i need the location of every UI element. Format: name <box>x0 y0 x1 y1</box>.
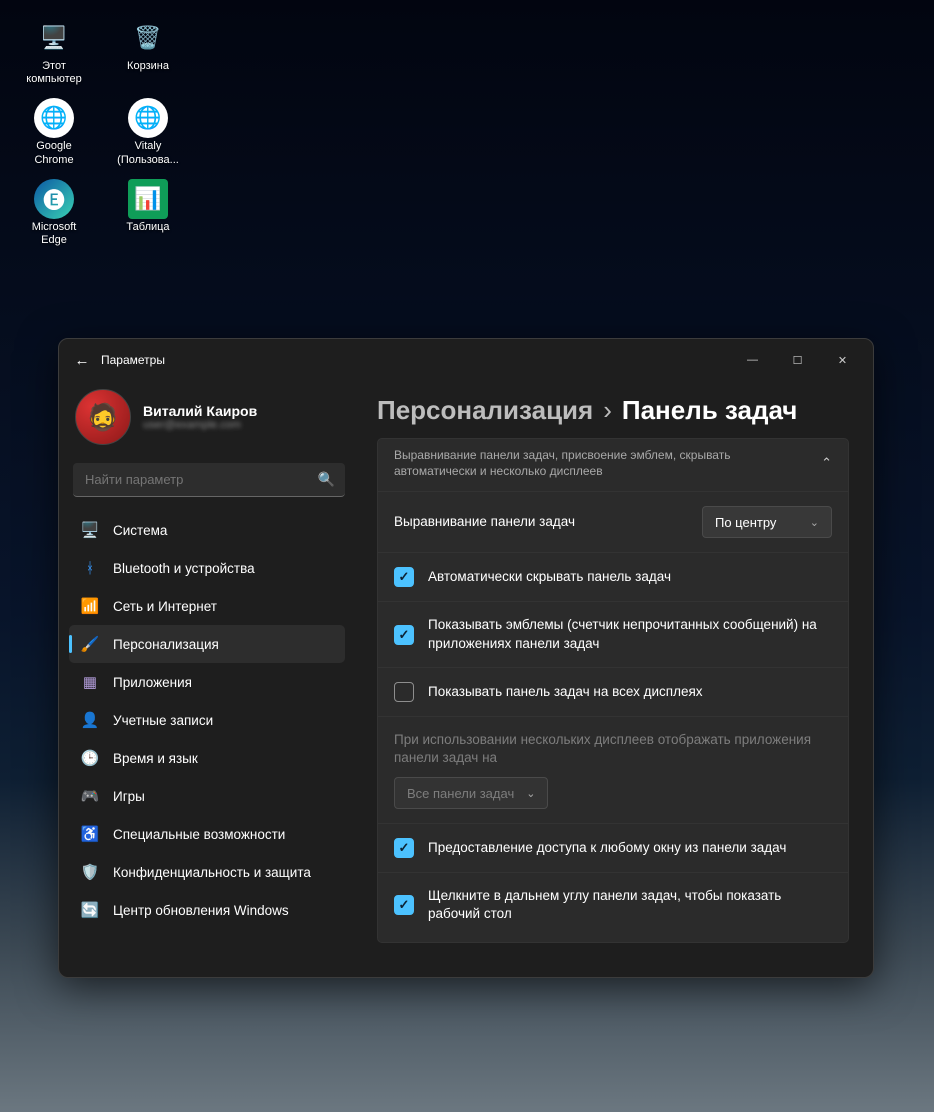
nav-icon: 📶 <box>81 597 99 615</box>
nav-label: Учетные записи <box>113 713 213 728</box>
maximize-button[interactable]: ☐ <box>775 345 820 375</box>
card-subtitle: Выравнивание панели задач, присвоение эм… <box>394 447 809 479</box>
settings-window: ← Параметры ― ☐ ✕ 🧔 Виталий Каиров user@… <box>58 338 874 978</box>
badges-checkbox[interactable] <box>394 625 414 645</box>
breadcrumb: Персонализация › Панель задач <box>377 395 873 438</box>
sidebar-item-6[interactable]: 🕒 Время и язык <box>69 739 345 777</box>
content-area: Персонализация › Панель задач Поведение … <box>359 381 873 977</box>
nav-icon: 👤 <box>81 711 99 729</box>
search-icon: 🔍 <box>318 471 335 488</box>
sidebar-item-3[interactable]: 🖌️ Персонализация <box>69 625 345 663</box>
multi-display-row: При использовании нескольких дисплеев от… <box>378 716 848 823</box>
chevron-down-icon: ⌄ <box>810 516 819 529</box>
nav-label: Bluetooth и устройства <box>113 561 255 576</box>
nav-label: Приложения <box>113 675 192 690</box>
nav-label: Центр обновления Windows <box>113 903 289 918</box>
user-email: user@example.com <box>143 419 257 431</box>
chrome-icon: 🌐 <box>128 98 168 138</box>
sidebar-item-8[interactable]: ♿ Специальные возможности <box>69 815 345 853</box>
desktop-icon-edge[interactable]: 🅔 Microsoft Edge <box>18 179 90 247</box>
close-button[interactable]: ✕ <box>820 345 865 375</box>
nav-icon: 🖥️ <box>81 521 99 539</box>
desktop-icon-sheets[interactable]: 📊 Таблица <box>112 179 184 247</box>
any-window-checkbox[interactable] <box>394 838 414 858</box>
search-input[interactable] <box>73 463 345 497</box>
auto-hide-row: Автоматически скрывать панель задач <box>378 552 848 601</box>
corner-checkbox[interactable] <box>394 895 414 915</box>
nav-icon: 🎮 <box>81 787 99 805</box>
trash-icon: 🗑️ <box>128 18 168 58</box>
edge-icon: 🅔 <box>34 179 74 219</box>
desktop-icon-chrome-profile[interactable]: 🌐 Vitaly (Пользова... <box>112 98 184 166</box>
any-window-row: Предоставление доступа к любому окну из … <box>378 823 848 872</box>
profile-block[interactable]: 🧔 Виталий Каиров user@example.com <box>69 383 349 459</box>
alignment-row: Выравнивание панели задач По центру ⌄ <box>378 491 848 552</box>
sidebar-item-1[interactable]: ᚼ Bluetooth и устройства <box>69 549 345 587</box>
multi-display-dropdown: Все панели задач ⌄ <box>394 777 548 809</box>
sidebar-item-2[interactable]: 📶 Сеть и Интернет <box>69 587 345 625</box>
nav-icon: ▦ <box>81 673 99 691</box>
chevron-up-icon: ⌃ <box>821 455 832 471</box>
titlebar[interactable]: ← Параметры ― ☐ ✕ <box>59 339 873 381</box>
nav-label: Игры <box>113 789 145 804</box>
nav-label: Время и язык <box>113 751 198 766</box>
all-displays-row: Показывать панель задач на всех дисплеях <box>378 667 848 716</box>
user-name: Виталий Каиров <box>143 403 257 419</box>
sidebar: 🧔 Виталий Каиров user@example.com 🔍 🖥️ Си… <box>59 381 359 977</box>
nav-label: Конфиденциальность и защита <box>113 865 311 880</box>
breadcrumb-current: Панель задач <box>622 395 798 426</box>
sidebar-item-7[interactable]: 🎮 Игры <box>69 777 345 815</box>
sidebar-item-5[interactable]: 👤 Учетные записи <box>69 701 345 739</box>
nav-label: Система <box>113 523 167 538</box>
chrome-icon: 🌐 <box>34 98 74 138</box>
nav-icon: ♿ <box>81 825 99 843</box>
all-displays-checkbox[interactable] <box>394 682 414 702</box>
nav-label: Специальные возможности <box>113 827 285 842</box>
nav-icon: 🕒 <box>81 749 99 767</box>
desktop-icon-recycle-bin[interactable]: 🗑️ Корзина <box>112 18 184 86</box>
avatar: 🧔 <box>75 389 131 445</box>
card-header[interactable]: Поведение панели задач Выравнивание пане… <box>378 439 848 491</box>
chevron-right-icon: › <box>603 395 612 426</box>
window-title: Параметры <box>101 353 165 367</box>
badges-row: Показывать эмблемы (счетчик непрочитанны… <box>378 601 848 666</box>
minimize-button[interactable]: ― <box>730 345 775 375</box>
chevron-down-icon: ⌄ <box>526 787 535 800</box>
alignment-label: Выравнивание панели задач <box>394 513 688 531</box>
search-box[interactable]: 🔍 <box>73 463 345 497</box>
taskbar-behavior-card: Поведение панели задач Выравнивание пане… <box>377 438 849 943</box>
sidebar-item-4[interactable]: ▦ Приложения <box>69 663 345 701</box>
pc-icon: 🖥️ <box>34 18 74 58</box>
sidebar-item-0[interactable]: 🖥️ Система <box>69 511 345 549</box>
spreadsheet-icon: 📊 <box>128 179 168 219</box>
nav-label: Сеть и Интернет <box>113 599 217 614</box>
desktop-icon-this-pc[interactable]: 🖥️ Этот компьютер <box>18 18 90 86</box>
desktop-icon-chrome[interactable]: 🌐 Google Chrome <box>18 98 90 166</box>
auto-hide-checkbox[interactable] <box>394 567 414 587</box>
corner-row: Щелкните в дальнем углу панели задач, чт… <box>378 872 848 937</box>
nav-icon: 🖌️ <box>81 635 99 653</box>
sidebar-item-10[interactable]: 🔄 Центр обновления Windows <box>69 891 345 929</box>
nav-list: 🖥️ Система ᚼ Bluetooth и устройства 📶 Сеть и … <box>69 511 349 967</box>
nav-icon: ᚼ <box>81 559 99 577</box>
back-button[interactable]: ← <box>67 345 97 375</box>
alignment-dropdown[interactable]: По центру ⌄ <box>702 506 832 538</box>
nav-icon: 🔄 <box>81 901 99 919</box>
nav-icon: 🛡️ <box>81 863 99 881</box>
desktop-wallpaper: 🖥️ Этот компьютер 🗑️ Корзина 🌐 Google Ch… <box>0 0 934 1112</box>
breadcrumb-parent[interactable]: Персонализация <box>377 395 593 426</box>
sidebar-item-9[interactable]: 🛡️ Конфиденциальность и защита <box>69 853 345 891</box>
nav-label: Персонализация <box>113 637 219 652</box>
